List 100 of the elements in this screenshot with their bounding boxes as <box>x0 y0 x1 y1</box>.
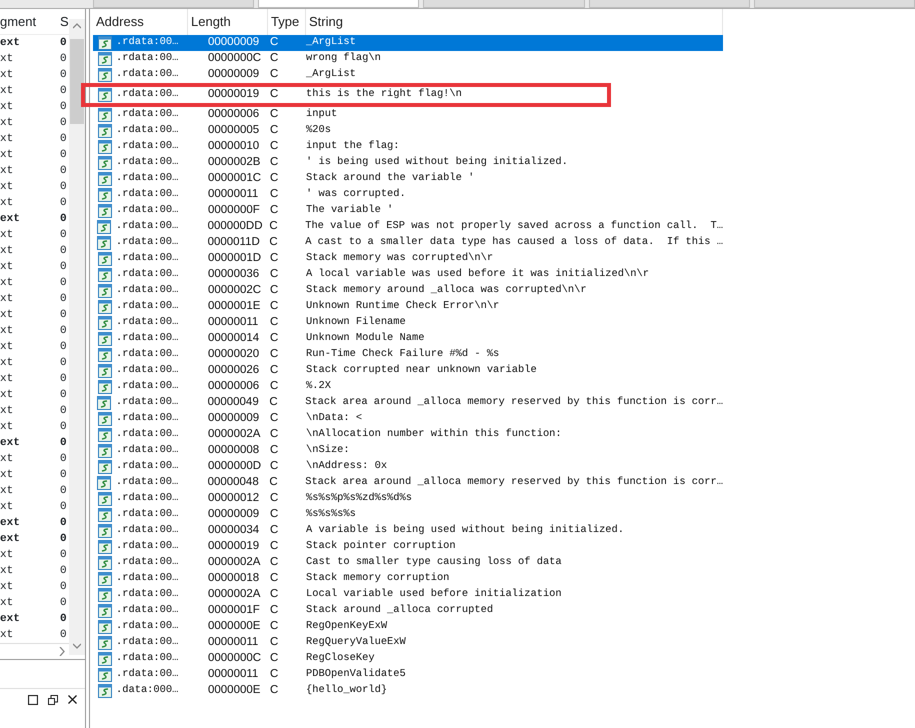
length-cell-text: 0000000C <box>208 651 262 666</box>
segment-start: 0 <box>60 164 68 179</box>
string-cell-text: %20s <box>306 123 332 138</box>
table-row[interactable]: .rdata:00… 00000049 C Stack area around _alloca memory reserved by this function is corr… <box>93 395 723 411</box>
string-type-icon <box>98 124 112 138</box>
string-cell-text: \nSize: <box>306 443 351 458</box>
table-row[interactable]: .rdata:00… 00000026 C Stack corrupted near unknown variable <box>93 363 723 379</box>
table-row[interactable]: .rdata:00… 00000005 C %20s <box>93 123 723 139</box>
table-row[interactable]: .rdata:00… 000000DD C The value of ESP was not properly saved across a function call. T… <box>93 219 723 235</box>
length-cell-text: 0000000E <box>208 683 262 698</box>
type-cell-text: C <box>269 459 280 474</box>
address-cell-text: .rdata:00… <box>116 411 180 426</box>
table-row[interactable]: .rdata:00… 0000002B C ' is being used without being initialized. <box>93 155 723 171</box>
table-row[interactable]: .rdata:00… 00000010 C input the flag: <box>93 139 723 155</box>
segment-name: xt <box>0 132 14 147</box>
length-cell-text: 0000002B <box>208 155 262 170</box>
table-row[interactable]: .rdata:00… 0000000C C RegCloseKey <box>93 651 723 667</box>
string-type-icon <box>98 52 112 66</box>
table-row[interactable]: .rdata:00… 00000014 C Unknown Module Name <box>93 331 723 347</box>
close-icon[interactable] <box>68 695 77 704</box>
table-row[interactable]: .rdata:00… 0000001F C Stack around _alloca corrupted <box>93 603 723 619</box>
segment-start: 0 <box>60 420 68 435</box>
table-row[interactable]: .rdata:00… 00000036 C A local variable was used before it was initialized\n\r <box>93 267 723 283</box>
table-row[interactable]: .rdata:00… 0000002C C Stack memory around _alloca was corrupted\n\r <box>93 283 723 299</box>
address-cell-text: .rdata:00… <box>116 87 180 102</box>
table-row[interactable]: .rdata:00… 0000000F C The variable ' <box>93 203 723 219</box>
length-cell-text: 00000011 <box>208 187 260 202</box>
address-cell-text: .rdata:00… <box>116 315 180 330</box>
table-row[interactable]: .rdata:00… 00000048 C Stack area around _alloca memory reserved by this function is corr… <box>93 475 723 491</box>
table-row[interactable]: .rdata:00… 00000009 C \nData: < <box>93 411 723 427</box>
vertical-scrollbar[interactable] <box>69 19 85 655</box>
length-cell-text: 00000011 <box>208 667 260 682</box>
tab[interactable] <box>754 0 915 8</box>
table-row[interactable]: .rdata:00… 0000000C C wrong flag\n <box>93 51 723 67</box>
string-type-icon <box>97 220 112 234</box>
table-row[interactable]: .rdata:00… 00000034 C A variable is being used without being initialized. <box>93 523 723 539</box>
table-row[interactable]: .rdata:00… 0000011D C A cast to a smaller data type has caused a loss of data. If this … <box>93 235 723 251</box>
length-cell-text: 00000009 <box>208 35 260 50</box>
table-row[interactable]: .rdata:00… 00000011 C RegQueryValueExW <box>93 635 723 651</box>
type-cell-text: C <box>269 411 280 426</box>
table-row[interactable]: .rdata:00… 00000019 C this is the right flag!\n <box>93 87 607 103</box>
length-cell-text: 00000026 <box>208 363 260 378</box>
column-header[interactable]: gment <box>0 12 60 32</box>
segment-start: 0 <box>60 292 68 307</box>
table-row[interactable]: .rdata:00… 00000011 C Unknown Filename <box>93 315 723 331</box>
table-row[interactable]: .rdata:00… 0000001D C Stack memory was corrupted\n\r <box>93 251 723 267</box>
address-cell-text: .rdata:00… <box>116 107 180 122</box>
table-row[interactable]: .rdata:00… 0000002A C Cast to smaller type causing loss of data <box>93 555 723 571</box>
table-row[interactable]: .rdata:00… 00000011 C ' was corrupted. <box>93 187 723 203</box>
string-type-icon <box>98 156 112 170</box>
table-row[interactable]: .rdata:00… 00000018 C Stack memory corruption <box>93 571 723 587</box>
string-cell-text: RegQueryValueExW <box>306 635 407 650</box>
tab[interactable] <box>423 0 585 8</box>
table-row[interactable]: .rdata:00… 00000009 C %s%s%s%s <box>93 507 723 523</box>
segment-name: xt <box>0 468 14 483</box>
table-row[interactable]: .rdata:00… 00000020 C Run-Time Check Failure #%d - %s <box>93 347 723 363</box>
scroll-down-icon[interactable] <box>73 643 81 649</box>
table-row[interactable]: .rdata:00… 0000001E C Unknown Runtime Check Error\n\r <box>93 299 723 315</box>
table-row[interactable]: .data:000… 0000000E C {hello_world} <box>93 683 723 699</box>
restore-icon[interactable] <box>48 694 58 704</box>
length-cell-text: 00000010 <box>208 139 260 154</box>
type-cell-text: C <box>269 523 280 538</box>
table-row[interactable]: .rdata:00… 00000019 C Stack pointer corruption <box>93 539 723 555</box>
type-cell-text: C <box>269 35 280 50</box>
address-cell-text: .rdata:00… <box>116 235 180 250</box>
type-cell-text: C <box>269 331 280 346</box>
table-row[interactable]: .rdata:00… 00000011 C PDBOpenValidate5 <box>93 667 723 683</box>
segment-name: xt <box>0 180 14 195</box>
string-cell-text: Unknown Runtime Check Error\n\r <box>306 299 500 314</box>
table-row[interactable]: .rdata:00… 0000001C C Stack around the variable ' <box>93 171 723 187</box>
table-row[interactable]: .rdata:00… 0000002A C \nAllocation number within this function: <box>93 427 723 443</box>
table-row[interactable]: .rdata:00… 0000000D C \nAddress: 0x <box>93 459 723 475</box>
string-cell-text: this is the right flag!\n <box>306 87 463 102</box>
scrollbar-thumb[interactable] <box>70 39 84 124</box>
table-row[interactable]: .rdata:00… 00000008 C \nSize: <box>93 443 723 459</box>
type-cell-text: C <box>269 251 280 266</box>
tab[interactable] <box>93 0 254 8</box>
type-cell-text: C <box>269 667 280 682</box>
string-type-icon <box>98 252 112 266</box>
column-header[interactable]: S <box>60 12 70 32</box>
table-row[interactable]: .rdata:00… 00000009 C _ArgList <box>93 35 723 51</box>
table-row[interactable]: .rdata:00… 0000002A C Local variable used before initialization <box>93 587 723 603</box>
type-cell-text: C <box>269 107 280 122</box>
table-row[interactable]: .rdata:00… 00000012 C %s%s%p%s%zd%s%d%s <box>93 491 723 507</box>
address-cell-text: .rdata:00… <box>116 347 180 362</box>
tab[interactable] <box>258 0 420 8</box>
segment-start: 0 <box>60 484 68 499</box>
address-cell-text: .rdata:00… <box>116 35 180 50</box>
scroll-up-icon[interactable] <box>73 23 81 29</box>
table-row[interactable]: .rdata:00… 00000006 C %.2X <box>93 379 723 395</box>
length-cell-text: 0000001E <box>208 299 262 314</box>
scroll-right-icon[interactable] <box>59 647 65 656</box>
type-cell-text: C <box>269 635 280 650</box>
length-cell-text: 00000012 <box>208 491 260 506</box>
tab[interactable] <box>588 0 750 8</box>
table-row[interactable]: .rdata:00… 00000009 C _ArgList <box>93 67 723 83</box>
table-row[interactable]: .rdata:00… 00000006 C input <box>93 107 723 123</box>
table-row[interactable]: .rdata:00… 0000000E C RegOpenKeyExW <box>93 619 723 635</box>
length-cell-text: 0000011D <box>208 235 261 250</box>
maximize-icon[interactable] <box>28 694 38 704</box>
